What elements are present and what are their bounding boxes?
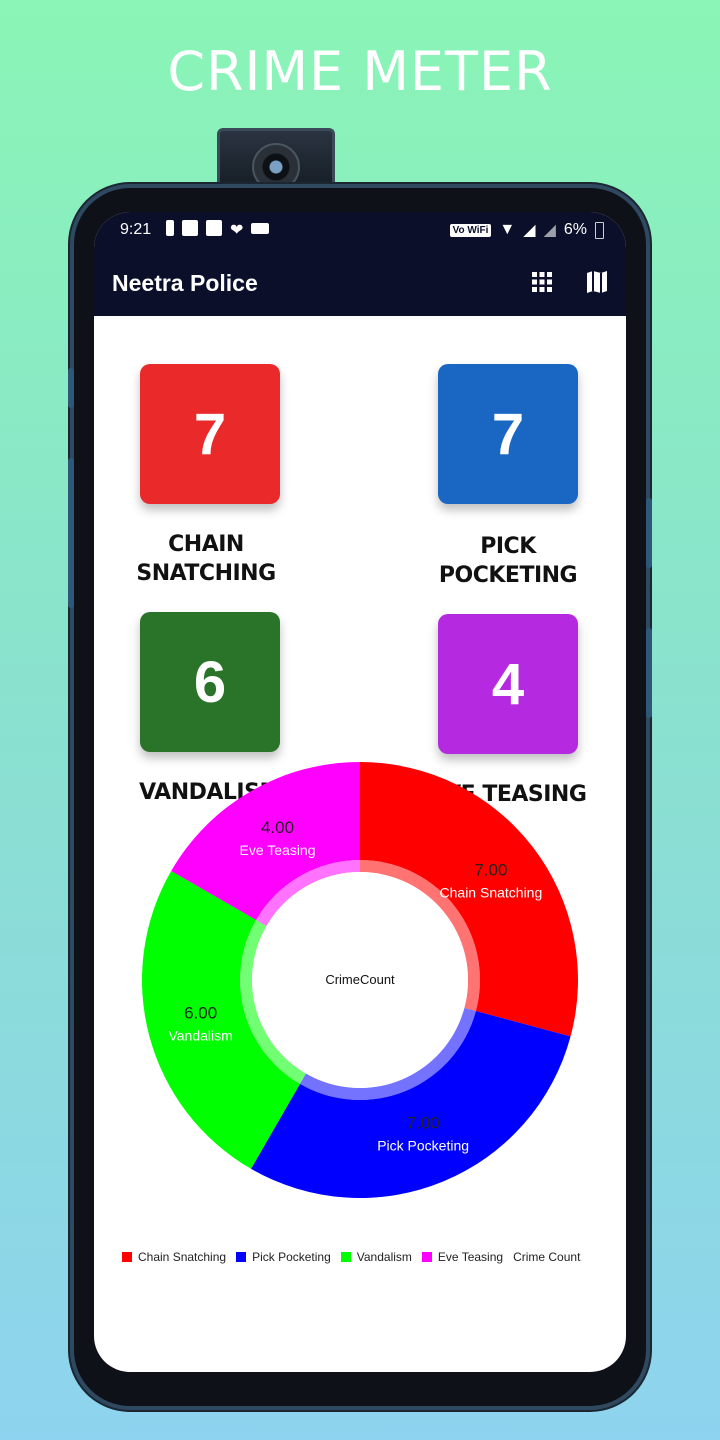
eve-teasing-count: 4 [491, 651, 525, 717]
notification-icons: ❤ [166, 220, 270, 240]
chain-snatching-count: 7 [193, 401, 227, 467]
calendar-icon [182, 220, 198, 236]
square-icon [206, 220, 222, 236]
chart-legend: Chain Snatching Pick Pocketing Vandalism Ev… [122, 1250, 580, 1264]
wifi-icon: ▼ [499, 221, 516, 238]
chain-snatching-label: CHAIN SNATCHING [136, 532, 276, 586]
vandalism-count: 6 [193, 649, 227, 715]
pick-pocketing-label: PICK POCKETING [438, 534, 578, 588]
slice-value-label: 7.00 [474, 861, 507, 880]
signal-icon: ◢ [523, 222, 536, 239]
grid-icon[interactable] [532, 272, 552, 292]
slice-value-label: 7.00 [407, 1113, 440, 1132]
camera-lens-icon [252, 143, 300, 191]
vowifi-badge: Vo WiFi [449, 223, 492, 237]
battery-percent: 6% [563, 221, 587, 238]
app-bar: Neetra Police [94, 250, 626, 316]
legend-swatch [340, 1252, 351, 1262]
map-icon[interactable] [586, 270, 608, 294]
slice-category-label: Chain Snatching [440, 885, 543, 901]
slice-category-label: Vandalism [168, 1028, 232, 1044]
app-screen: 9:21 ❤ Vo WiFi ▼ ◢ ◢ 6% Neetra Police 7 … [94, 212, 626, 1372]
pick-pocketing-tile[interactable]: 7 [438, 364, 578, 504]
phone-frame: 9:21 ❤ Vo WiFi ▼ ◢ ◢ 6% Neetra Police 7 … [68, 188, 652, 1406]
app-title: Neetra Police [112, 270, 258, 296]
crime-count-chart[interactable]: 7.00 Chain Snatching 7.00 Pick Pocketing 6.0… [134, 746, 594, 1206]
pick-pocketing-count: 7 [491, 401, 525, 467]
no-signal-icon: ◢ [543, 222, 556, 239]
side-button [646, 498, 652, 568]
chain-snatching-tile[interactable]: 7 [140, 364, 280, 504]
legend-label: Pick Pocketing [252, 1250, 331, 1264]
legend-item: Vandalism [340, 1250, 412, 1264]
promo-title: CRIME METER [167, 40, 553, 103]
side-button [646, 628, 652, 718]
side-button [68, 368, 74, 408]
side-button [68, 458, 74, 608]
alert-icon [166, 220, 174, 236]
legend-label: Chain Snatching [138, 1250, 227, 1264]
legend-label: Vandalism [356, 1250, 412, 1264]
donut-chart-svg: 7.00 Chain Snatching 7.00 Pick Pocketing 6.0… [142, 762, 578, 1198]
slice-value-label: 4.00 [261, 818, 294, 837]
legend-description: Crime Count [513, 1250, 581, 1264]
legend-label: Eve Teasing [437, 1250, 504, 1264]
status-time: 9:21 [120, 221, 152, 238]
heart-icon: ❤ [230, 222, 244, 239]
eve-teasing-tile[interactable]: 4 [438, 614, 578, 754]
slice-category-label: Eve Teasing [239, 842, 315, 858]
battery-icon [595, 221, 604, 239]
slice-category-label: Pick Pocketing [377, 1137, 469, 1153]
legend-swatch [122, 1252, 132, 1262]
legend-swatch [421, 1252, 432, 1262]
legend-swatch [236, 1252, 247, 1262]
status-bar: 9:21 ❤ Vo WiFi ▼ ◢ ◢ 6% [94, 212, 626, 250]
legend-item: Chain Snatching [122, 1250, 226, 1264]
legend-item: Eve Teasing [421, 1250, 504, 1264]
chart-center-text: CrimeCount [325, 972, 395, 987]
legend-item: Pick Pocketing [236, 1250, 331, 1264]
system-icons: Vo WiFi ▼ ◢ ◢ 6% [449, 220, 604, 240]
laptop-icon [251, 223, 270, 234]
slice-value-label: 6.00 [184, 1004, 217, 1023]
vandalism-tile[interactable]: 6 [140, 612, 280, 752]
